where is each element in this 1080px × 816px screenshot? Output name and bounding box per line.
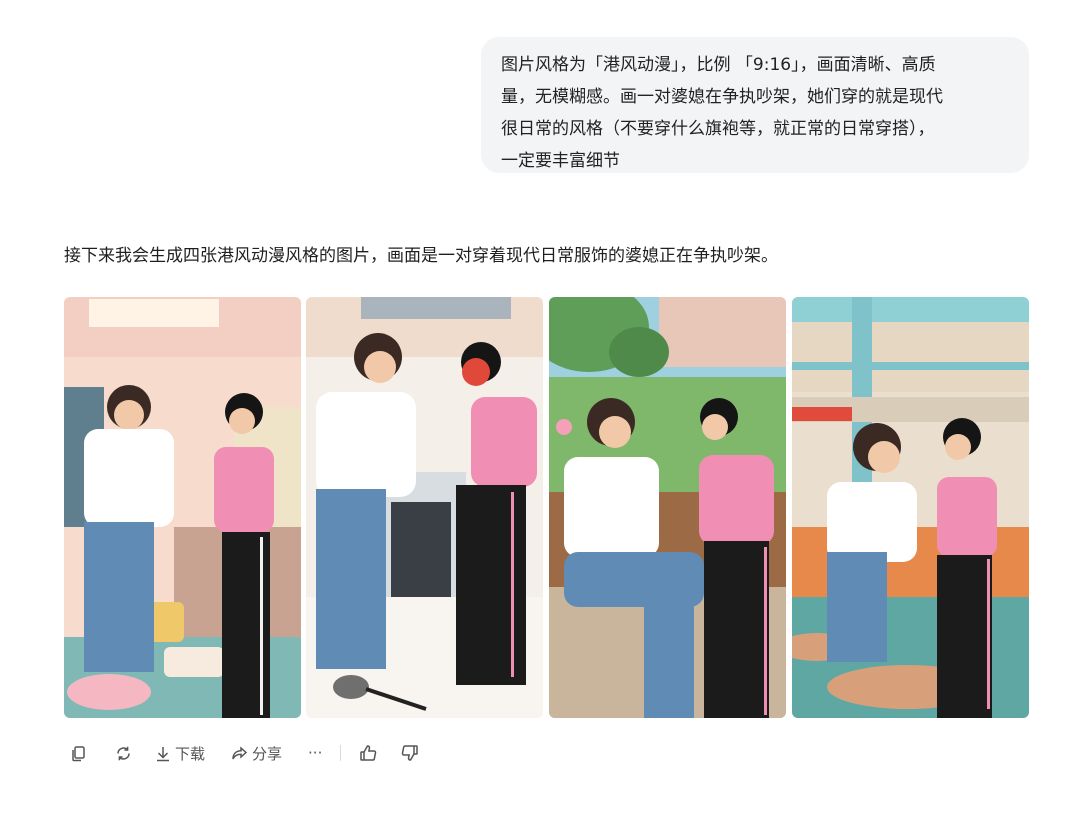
regenerate-button[interactable] — [115, 745, 132, 762]
user-message-line: 很日常的风格（不要穿什么旗袍等，就正常的日常穿搭）， — [501, 119, 935, 139]
generated-image-4[interactable] — [792, 297, 1029, 718]
generated-image-3[interactable] — [549, 297, 786, 718]
kitchen-argument-illustration — [306, 297, 543, 718]
generated-image-2[interactable] — [306, 297, 543, 718]
user-message-bubble: 图片风格为「港风动漫」，比例 「9:16」，画面清晰、高质 量，无模糊感。画一对… — [481, 37, 1029, 173]
assistant-reply-text: 接下来我会生成四张港风动漫风格的图片，画面是一对穿着现代日常服饰的婆媳正在争执吵… — [64, 246, 778, 266]
download-button[interactable]: 下载 — [155, 743, 205, 764]
share-button[interactable]: 分享 — [231, 743, 282, 764]
user-message-line: 一定要丰富细节 — [501, 151, 620, 171]
shopping-mall-argument-illustration — [792, 297, 1029, 718]
share-icon — [232, 745, 248, 759]
user-message-line: 图片风格为「港风动漫」，比例 「9:16」，画面清晰、高质 — [501, 55, 936, 75]
dislike-button[interactable] — [401, 744, 419, 762]
copy-button[interactable] — [70, 745, 87, 762]
share-label: 分享 — [252, 744, 283, 763]
download-icon — [157, 746, 169, 761]
copy-icon — [72, 745, 85, 761]
generated-image-1[interactable] — [64, 297, 301, 718]
more-button[interactable]: ··· — [308, 744, 322, 762]
living-room-argument-illustration — [64, 297, 301, 718]
more-label: ··· — [308, 744, 323, 762]
thumbs-down-icon — [402, 745, 419, 761]
user-message-line: 量，无模糊感。画一对婆媳在争执吵架，她们穿的就是现代 — [501, 87, 943, 107]
like-button[interactable] — [359, 744, 377, 762]
message-action-bar: 下载 分享 ··· — [64, 738, 419, 768]
park-bench-argument-illustration — [549, 297, 786, 718]
regenerate-icon — [117, 746, 130, 760]
thumbs-up-icon — [360, 745, 377, 761]
generated-image-gallery — [64, 297, 1030, 718]
action-divider — [340, 745, 342, 761]
download-label: 下载 — [175, 744, 206, 763]
